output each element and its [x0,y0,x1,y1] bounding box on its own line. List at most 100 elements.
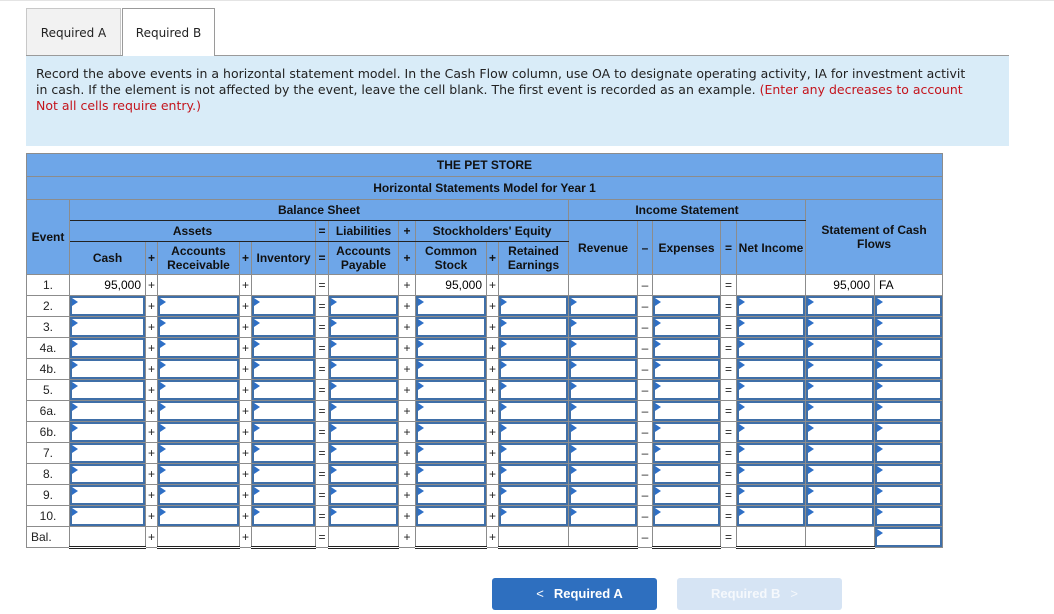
accounts-receivable-input[interactable] [158,296,239,316]
next-required-b-button[interactable]: Required B > [677,578,842,610]
revenue-input[interactable] [569,485,637,505]
revenue-input[interactable] [569,506,637,526]
cash-input[interactable] [70,464,145,484]
retained-earnings-input[interactable] [499,485,568,505]
common-stock-input[interactable] [416,296,486,316]
accounts-receivable-input[interactable] [158,317,239,337]
common-stock-input[interactable] [416,359,486,379]
cash-flow-amount-input[interactable] [806,506,874,526]
inventory-input[interactable] [252,506,315,526]
accounts-receivable-input[interactable] [158,485,239,505]
inventory-input[interactable] [252,338,315,358]
revenue-input[interactable] [569,380,637,400]
common-stock-input[interactable] [416,443,486,463]
cash-input[interactable] [70,296,145,316]
revenue-input[interactable] [569,422,637,442]
cash-flow-activity-input[interactable] [875,443,942,463]
accounts-payable-input[interactable] [329,296,398,316]
inventory-input[interactable] [252,422,315,442]
cash-flow-activity-input[interactable] [875,317,942,337]
expenses-input[interactable] [653,422,720,442]
retained-earnings-input[interactable] [499,506,568,526]
retained-earnings-input[interactable] [499,380,568,400]
revenue-input[interactable] [569,401,637,421]
revenue-input[interactable] [569,443,637,463]
retained-earnings-input[interactable] [499,359,568,379]
cash-input[interactable] [70,380,145,400]
common-stock-input[interactable] [416,506,486,526]
cash-flow-activity-input[interactable] [875,485,942,505]
cash-flow-activity-input[interactable] [875,401,942,421]
common-stock-input[interactable] [416,464,486,484]
expenses-input[interactable] [653,317,720,337]
expenses-input[interactable] [653,401,720,421]
accounts-payable-input[interactable] [329,443,398,463]
retained-earnings-input[interactable] [499,317,568,337]
cash-input[interactable] [70,338,145,358]
tab-required-b[interactable]: Required B [122,8,215,56]
net-income-input[interactable] [737,443,805,463]
retained-earnings-input[interactable] [499,338,568,358]
accounts-payable-input[interactable] [329,317,398,337]
inventory-input[interactable] [252,464,315,484]
revenue-input[interactable] [569,296,637,316]
net-income-input[interactable] [737,506,805,526]
cash-flow-amount-input[interactable] [806,317,874,337]
prev-required-a-button[interactable]: < Required A [492,578,657,610]
retained-earnings-input[interactable] [499,443,568,463]
accounts-receivable-input[interactable] [158,338,239,358]
cash-input[interactable] [70,422,145,442]
net-income-input[interactable] [737,380,805,400]
expenses-input[interactable] [653,380,720,400]
retained-earnings-input[interactable] [499,422,568,442]
cash-flow-amount-input[interactable] [806,338,874,358]
expenses-input[interactable] [653,464,720,484]
expenses-input[interactable] [653,485,720,505]
net-income-input[interactable] [737,338,805,358]
accounts-receivable-input[interactable] [158,359,239,379]
retained-earnings-input[interactable] [499,401,568,421]
cash-flow-amount-input[interactable] [806,422,874,442]
accounts-receivable-input[interactable] [158,401,239,421]
common-stock-input[interactable] [416,317,486,337]
cash-flow-amount-input[interactable] [806,296,874,316]
expenses-input[interactable] [653,338,720,358]
net-income-input[interactable] [737,317,805,337]
net-income-input[interactable] [737,296,805,316]
expenses-input[interactable] [653,296,720,316]
accounts-receivable-input[interactable] [158,380,239,400]
cash-input[interactable] [70,485,145,505]
accounts-payable-input[interactable] [329,359,398,379]
cash-input[interactable] [70,401,145,421]
cash-input[interactable] [70,443,145,463]
accounts-payable-input[interactable] [329,464,398,484]
common-stock-input[interactable] [416,338,486,358]
inventory-input[interactable] [252,296,315,316]
retained-earnings-input[interactable] [499,464,568,484]
accounts-receivable-input[interactable] [158,422,239,442]
retained-earnings-input[interactable] [499,296,568,316]
cash-flow-amount-input[interactable] [806,485,874,505]
cash-flow-amount-input[interactable] [806,380,874,400]
revenue-input[interactable] [569,464,637,484]
cash-flow-activity-input[interactable] [875,506,942,526]
net-income-input[interactable] [737,359,805,379]
inventory-input[interactable] [252,485,315,505]
tab-required-a[interactable]: Required A [26,8,121,56]
cash-input[interactable] [70,317,145,337]
revenue-input[interactable] [569,359,637,379]
cash-flow-activity-input[interactable] [875,338,942,358]
cash-flow-amount-input[interactable] [806,359,874,379]
common-stock-input[interactable] [416,485,486,505]
accounts-receivable-input[interactable] [158,464,239,484]
accounts-payable-input[interactable] [329,422,398,442]
cash-input[interactable] [70,506,145,526]
inventory-input[interactable] [252,359,315,379]
cash-flow-activity-input[interactable] [875,464,942,484]
net-income-input[interactable] [737,464,805,484]
accounts-payable-input[interactable] [329,506,398,526]
accounts-payable-input[interactable] [329,401,398,421]
cash-flow-activity-input[interactable] [875,359,942,379]
cash-input[interactable] [70,359,145,379]
accounts-payable-input[interactable] [329,380,398,400]
